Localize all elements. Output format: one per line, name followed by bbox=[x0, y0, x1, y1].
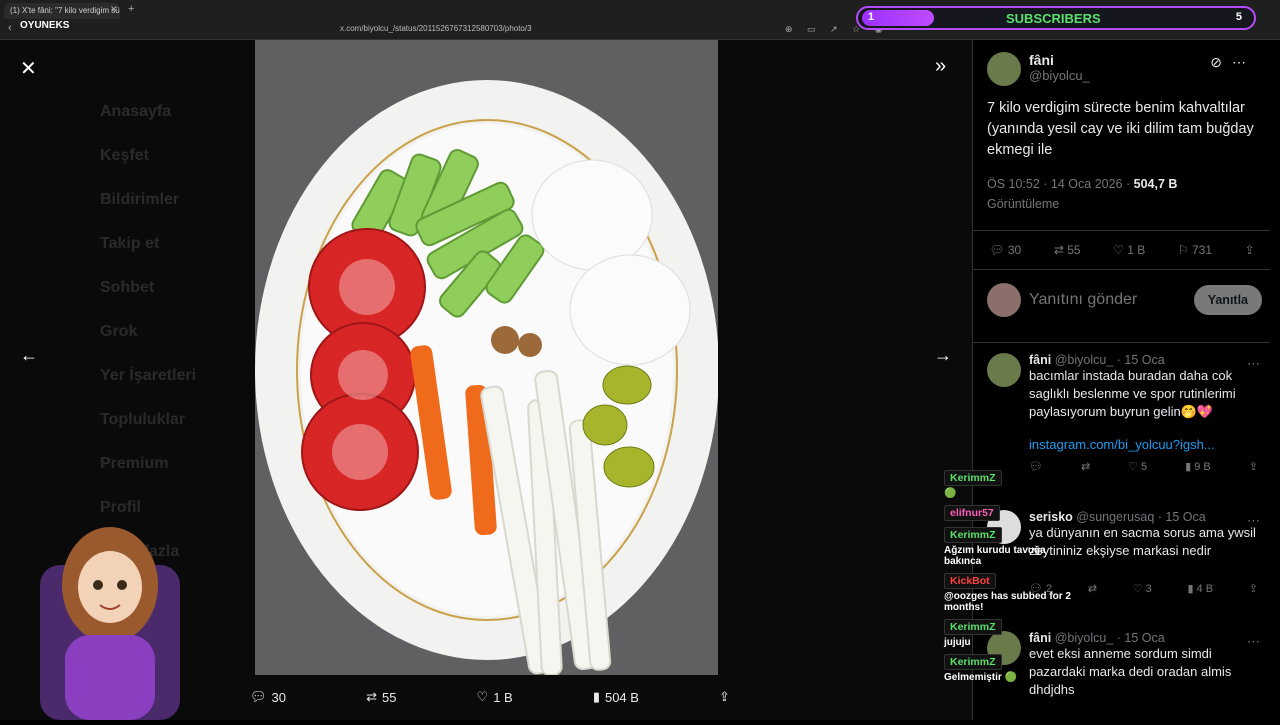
share-icon[interactable]: ⇪ bbox=[1245, 243, 1255, 257]
avatar bbox=[987, 283, 1021, 317]
repost-action[interactable]: ⇄ 55 bbox=[1054, 243, 1081, 257]
chat-username: KerimmZ bbox=[944, 470, 1002, 486]
comment[interactable]: fâni @biyolcu_ · 15 Oca bacımlar instada… bbox=[987, 353, 1262, 473]
repost-button[interactable]: ⇄ 55 bbox=[366, 689, 396, 705]
browser-chrome: (1) X'te fâni: "7 kilo verdigim sür... ✕… bbox=[0, 0, 1280, 40]
avatar[interactable] bbox=[987, 353, 1021, 387]
comment-link[interactable]: instagram.com/bi_yolcuu?igsh... bbox=[1029, 437, 1262, 452]
like-action[interactable]: ♡ 3 bbox=[1133, 582, 1152, 595]
chat-username: elifnur57 bbox=[944, 505, 1000, 521]
previous-photo-icon[interactable]: ← bbox=[20, 345, 38, 366]
comment-author: fâni bbox=[1029, 353, 1052, 367]
background-nav: Anasayfa Keşfet Bildirimler Takip et Soh… bbox=[100, 90, 196, 574]
views-action[interactable]: ▮ 9 B bbox=[1185, 460, 1211, 473]
heart-icon: ♡ bbox=[476, 689, 489, 704]
more-icon[interactable]: ⋯ bbox=[1247, 513, 1260, 529]
subs-label: SUBSCRIBERS bbox=[1006, 11, 1101, 26]
tweet-photo bbox=[255, 40, 718, 675]
back-icon[interactable]: ‹ bbox=[8, 22, 12, 34]
close-icon[interactable]: ✕ bbox=[20, 56, 37, 81]
tab-title: (1) X'te fâni: "7 kilo verdigim sür... bbox=[10, 6, 120, 15]
author-handle[interactable]: @biyolcu_ bbox=[1029, 68, 1090, 83]
chat-username: KerimmZ bbox=[944, 654, 1002, 670]
bg-nav-item: Takip et bbox=[100, 235, 160, 252]
subscriber-goal-bar: 1 SUBSCRIBERS 5 bbox=[856, 6, 1256, 30]
views-label: Görüntüleme bbox=[987, 197, 1060, 211]
more-icon[interactable]: ⋯ bbox=[1247, 356, 1260, 372]
bg-nav-item: Topluluklar bbox=[100, 411, 186, 428]
streamer-avatar-overlay bbox=[20, 505, 200, 720]
chart-icon: ▮ bbox=[592, 689, 600, 704]
tweet-actions: 💬︎ 30 ⇄ 55 ♡ 1 B ⚐ 731 ⇪ bbox=[973, 230, 1270, 270]
tweet-header-icons[interactable]: ⊘⋯ bbox=[1210, 54, 1256, 71]
photo-action-bar: 💬︎ 30 ⇄ 55 ♡ 1 B ▮ 504 B ⇪ bbox=[250, 686, 730, 708]
views-action[interactable]: ▮ 4 B bbox=[1187, 582, 1213, 595]
bg-nav-item: Sohbet bbox=[100, 279, 155, 296]
subs-goal: 5 bbox=[1235, 11, 1242, 23]
reply-input[interactable]: Yanıtını gönder bbox=[1029, 291, 1186, 309]
bg-nav-item: Keşfet bbox=[100, 147, 149, 164]
chat-message: Ağzım kurudu tavuğa bakınca bbox=[944, 545, 1046, 567]
streamer-logo: OYUNEKS bbox=[20, 20, 70, 31]
avatar[interactable] bbox=[987, 52, 1021, 86]
chat-message: @oozges has subbed for 2 months! bbox=[944, 591, 1071, 613]
bg-nav-item: Anasayfa bbox=[100, 103, 172, 120]
reply-composer: Yanıtını gönder Yanıtla bbox=[987, 283, 1262, 317]
views-stat[interactable]: ▮ 504 B bbox=[593, 689, 639, 705]
bg-nav-item: Premium bbox=[100, 455, 169, 472]
repost-icon: ⇄ bbox=[366, 689, 377, 704]
browser-tab[interactable]: (1) X'te fâni: "7 kilo verdigim sür... bbox=[4, 3, 120, 19]
chat-message: jujuju bbox=[944, 637, 971, 648]
chat-message: Gelmemiştir 🟢 bbox=[944, 672, 1018, 683]
like-action[interactable]: ♡ 5 bbox=[1128, 460, 1147, 473]
bookmark-action[interactable]: ⚐ 731 bbox=[1178, 243, 1212, 257]
bg-nav-item: Bildirimler bbox=[100, 191, 180, 208]
bg-nav-item: Grok bbox=[100, 323, 138, 340]
chat-username: KerimmZ bbox=[944, 527, 1002, 543]
chat-username: KickBot bbox=[944, 573, 996, 589]
comment-text: bacımlar instada buradan daha cok saglık… bbox=[1029, 368, 1236, 419]
stream-chat-overlay: KerimmZ 🟢 elifnur57 KerimmZ Ağzım kurudu… bbox=[944, 470, 1084, 689]
author-name[interactable]: fâni bbox=[1029, 52, 1090, 68]
chat-username: KerimmZ bbox=[944, 619, 1002, 635]
share-icon: ⇪ bbox=[719, 689, 730, 704]
comment-icon: 💬︎ bbox=[250, 689, 267, 704]
like-button[interactable]: ♡ 1 B bbox=[477, 689, 513, 705]
subs-count: 1 bbox=[868, 11, 875, 23]
tweet-text: 7 kilo verdigim sürecte benim kahvaltıla… bbox=[987, 100, 1254, 158]
share-icon[interactable]: ⇪ bbox=[1249, 582, 1258, 595]
like-action[interactable]: ♡ 1 B bbox=[1113, 243, 1145, 257]
reply-button[interactable]: 💬︎ 30 bbox=[250, 689, 286, 705]
collapse-panel-icon[interactable]: » bbox=[935, 55, 946, 78]
new-tab-icon[interactable]: + bbox=[128, 3, 134, 15]
tweet-meta: ÖS 10:52 · 14 Oca 2026 · 504,7 B bbox=[987, 177, 1178, 191]
repost-icon[interactable]: ⇄ bbox=[1088, 582, 1097, 595]
bg-nav-item: Yer İşaretleri bbox=[100, 367, 197, 384]
next-photo-icon[interactable]: → bbox=[934, 345, 952, 366]
more-icon: ⋯ bbox=[1232, 54, 1256, 70]
address-bar[interactable]: x.com/biyolcu_/status/201152676731258070… bbox=[340, 24, 532, 33]
divider bbox=[973, 342, 1270, 343]
reply-submit-button[interactable]: Yanıtla bbox=[1193, 285, 1262, 315]
tweet-header: fâni @biyolcu_ bbox=[987, 52, 1090, 86]
share-icon[interactable]: ⇪ bbox=[1249, 460, 1258, 473]
more-icon[interactable]: ⋯ bbox=[1247, 634, 1260, 650]
grok-icon: ⊘ bbox=[1210, 54, 1232, 70]
chat-message: 🟢 bbox=[944, 488, 957, 499]
reply-action[interactable]: 💬︎ 30 bbox=[989, 243, 1021, 257]
breakfast-plate-image bbox=[255, 40, 718, 675]
share-button[interactable]: ⇪ bbox=[719, 689, 730, 705]
tab-close-icon[interactable]: ✕ bbox=[110, 4, 118, 15]
